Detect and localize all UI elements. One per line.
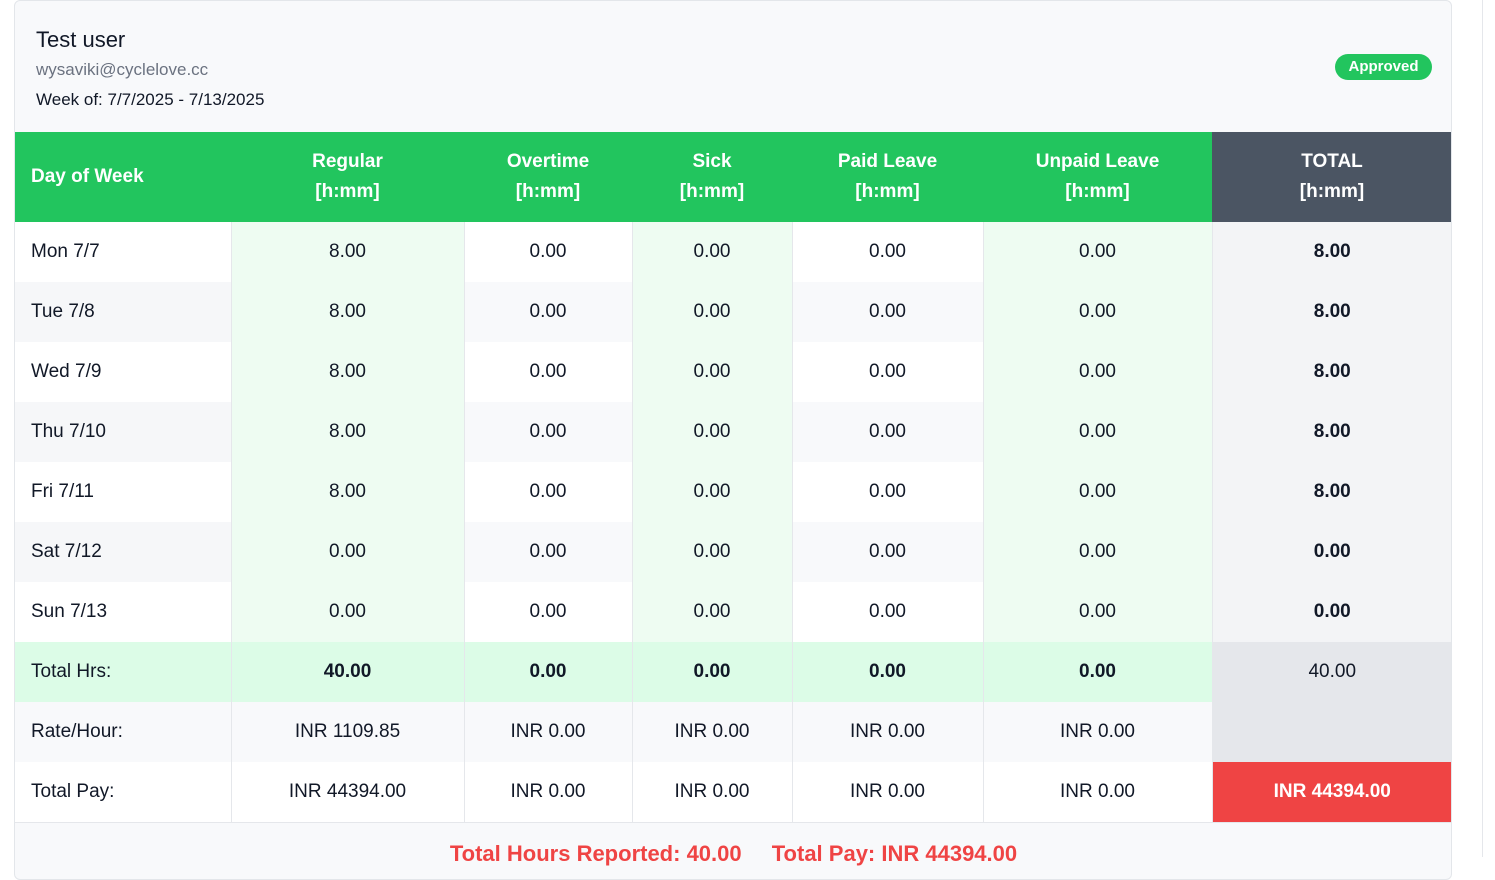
overtime-cell: 0.00 [463, 462, 632, 522]
regular-cell: 8.00 [230, 222, 464, 282]
pay-regular: INR 44394.00 [230, 762, 464, 823]
timesheet-table: Day of Week Regular [h:mm] Overtime [h:mm]… [15, 132, 1451, 823]
rate-regular: INR 1109.85 [230, 702, 464, 762]
sick-cell: 0.00 [631, 522, 792, 582]
total-cell: 8.00 [1211, 462, 1451, 522]
total-overtime: 0.00 [463, 642, 632, 702]
overtime-cell: 0.00 [463, 582, 632, 642]
day-cell: Mon 7/7 [15, 222, 231, 282]
header-unpaid-leave: Unpaid Leave [h:mm] [983, 132, 1212, 222]
header-paid-leave: Paid Leave [h:mm] [792, 132, 983, 222]
pay-row: Total Pay: INR 44394.00 INR 0.00 INR 0.0… [15, 762, 1451, 823]
regular-cell: 8.00 [230, 342, 464, 402]
regular-cell: 8.00 [230, 462, 464, 522]
day-cell: Sat 7/12 [15, 522, 231, 582]
paid-leave-cell: 0.00 [791, 522, 983, 582]
day-cell: Fri 7/11 [15, 462, 231, 522]
employee-email: wysaviki@cyclelove.cc [36, 60, 209, 79]
regular-cell: 0.00 [230, 522, 464, 582]
unpaid-leave-cell: 0.00 [982, 462, 1212, 522]
total-cell: 8.00 [1211, 402, 1451, 462]
day-cell: Tue 7/8 [15, 282, 231, 342]
table-row: Mon 7/7 8.00 0.00 0.00 0.00 0.00 8.00 [15, 222, 1451, 282]
sick-cell: 0.00 [631, 342, 792, 402]
pay-paid-leave: INR 0.00 [791, 762, 983, 823]
total-cell: 8.00 [1211, 222, 1451, 282]
unpaid-leave-cell: 0.00 [982, 582, 1212, 642]
header-sick: Sick [h:mm] [632, 132, 792, 222]
table-row: Sun 7/13 0.00 0.00 0.00 0.00 0.00 0.00 [15, 582, 1451, 642]
total-unpaid-leave: 0.00 [982, 642, 1212, 702]
sick-cell: 0.00 [631, 282, 792, 342]
pay-total: INR 44394.00 [1211, 762, 1451, 823]
rate-row: Rate/Hour: INR 1109.85 INR 0.00 INR 0.00… [15, 702, 1451, 762]
unpaid-leave-cell: 0.00 [982, 282, 1212, 342]
table-row: Wed 7/9 8.00 0.00 0.00 0.00 0.00 8.00 [15, 342, 1451, 402]
status-badge: Approved [1335, 54, 1432, 80]
day-cell: Thu 7/10 [15, 402, 231, 462]
header-total: TOTAL [h:mm] [1212, 132, 1451, 222]
unpaid-leave-cell: 0.00 [982, 342, 1212, 402]
rate-unpaid-leave: INR 0.00 [982, 702, 1212, 762]
overtime-cell: 0.00 [463, 282, 632, 342]
total-sick: 0.00 [631, 642, 792, 702]
total-regular: 40.00 [230, 642, 464, 702]
unpaid-leave-cell: 0.00 [982, 402, 1212, 462]
paid-leave-cell: 0.00 [791, 222, 983, 282]
regular-cell: 8.00 [230, 402, 464, 462]
paid-leave-cell: 0.00 [791, 342, 983, 402]
summary-hours: Total Hours Reported: 40.00 [449, 841, 742, 866]
sick-cell: 0.00 [631, 222, 792, 282]
overtime-cell: 0.00 [463, 342, 632, 402]
table-header-row: Day of Week Regular [h:mm] Overtime [h:mm]… [15, 132, 1451, 222]
regular-cell: 0.00 [230, 582, 464, 642]
paid-leave-cell: 0.00 [791, 462, 983, 522]
timesheet-header: Test user wysaviki@cyclelove.cc Week of:… [15, 1, 1451, 132]
overtime-cell: 0.00 [463, 402, 632, 462]
total-hours-row: Total Hrs: 40.00 0.00 0.00 0.00 0.00 40.… [15, 642, 1451, 702]
paid-leave-cell: 0.00 [791, 402, 983, 462]
regular-cell: 8.00 [230, 282, 464, 342]
total-hours-grand: 40.00 [1211, 642, 1451, 702]
total-hours-label: Total Hrs: [15, 642, 231, 702]
overtime-cell: 0.00 [463, 522, 632, 582]
rate-sick: INR 0.00 [631, 702, 792, 762]
paid-leave-cell: 0.00 [791, 282, 983, 342]
unpaid-leave-cell: 0.00 [982, 522, 1212, 582]
pay-sick: INR 0.00 [631, 762, 792, 823]
page-edge-divider [1482, 0, 1483, 857]
header-day-of-week: Day of Week [15, 132, 231, 222]
pay-overtime: INR 0.00 [463, 762, 632, 823]
pay-unpaid-leave: INR 0.00 [982, 762, 1212, 823]
header-overtime: Overtime [h:mm] [464, 132, 632, 222]
total-cell: 0.00 [1211, 582, 1451, 642]
day-cell: Sun 7/13 [15, 582, 231, 642]
overtime-cell: 0.00 [463, 222, 632, 282]
sick-cell: 0.00 [631, 402, 792, 462]
summary-footer: Total Hours Reported: 40.00 Total Pay: I… [15, 841, 1451, 867]
total-cell: 0.00 [1211, 522, 1451, 582]
unpaid-leave-cell: 0.00 [982, 222, 1212, 282]
employee-name: Test user [36, 27, 126, 52]
timesheet-card: Test user wysaviki@cyclelove.cc Week of:… [14, 0, 1452, 880]
table-row: Tue 7/8 8.00 0.00 0.00 0.00 0.00 8.00 [15, 282, 1451, 342]
rate-label: Rate/Hour: [15, 702, 231, 762]
rate-total-empty [1211, 702, 1451, 762]
table-row: Sat 7/12 0.00 0.00 0.00 0.00 0.00 0.00 [15, 522, 1451, 582]
rate-overtime: INR 0.00 [463, 702, 632, 762]
header-regular: Regular [h:mm] [231, 132, 464, 222]
day-cell: Wed 7/9 [15, 342, 231, 402]
paid-leave-cell: 0.00 [791, 582, 983, 642]
table-row: Fri 7/11 8.00 0.00 0.00 0.00 0.00 8.00 [15, 462, 1451, 522]
total-cell: 8.00 [1211, 342, 1451, 402]
total-cell: 8.00 [1211, 282, 1451, 342]
table-row: Thu 7/10 8.00 0.00 0.00 0.00 0.00 8.00 [15, 402, 1451, 462]
summary-pay: Total Pay: INR 44394.00 [771, 841, 1018, 866]
total-paid-leave: 0.00 [791, 642, 983, 702]
pay-label: Total Pay: [15, 762, 231, 823]
rate-paid-leave: INR 0.00 [791, 702, 983, 762]
sick-cell: 0.00 [631, 582, 792, 642]
week-range: Week of: 7/7/2025 - 7/13/2025 [36, 90, 265, 109]
sick-cell: 0.00 [631, 462, 792, 522]
